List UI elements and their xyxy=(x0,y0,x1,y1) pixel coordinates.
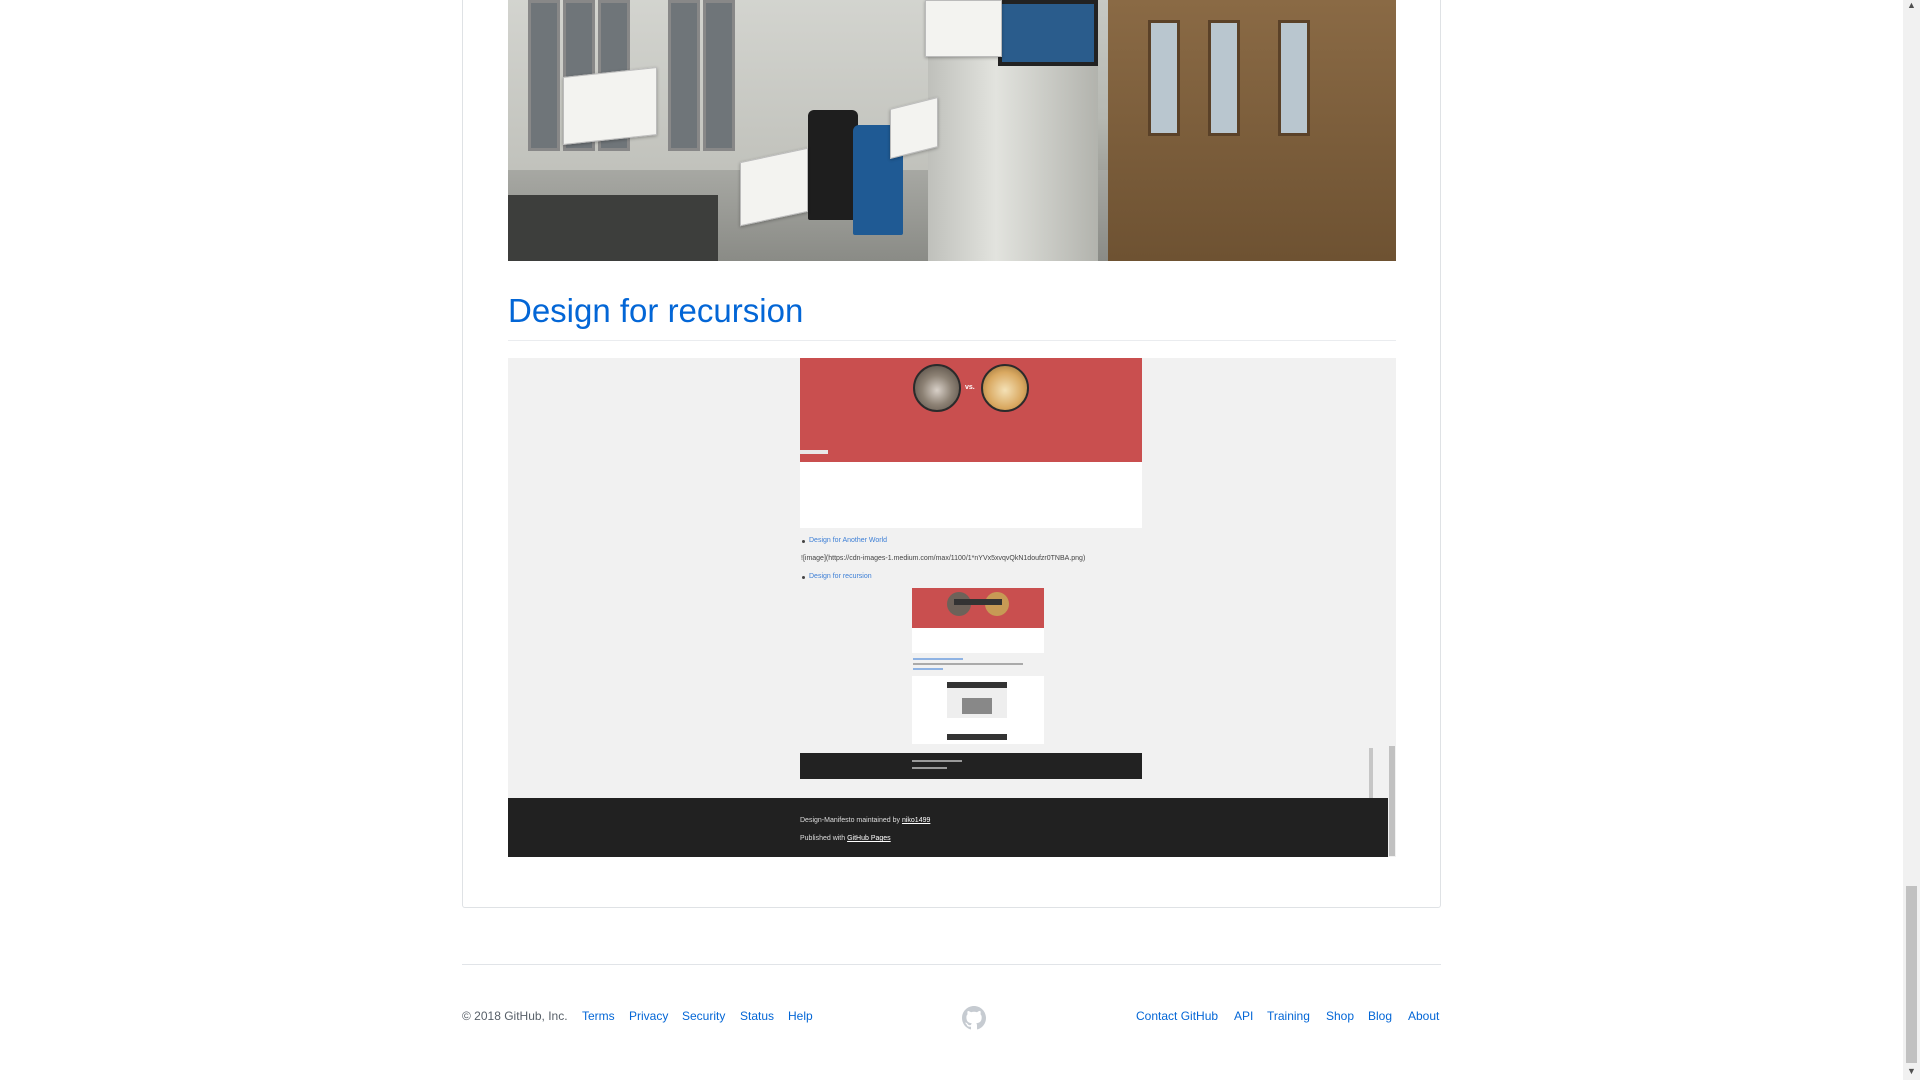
embedded-link-recursion[interactable]: Design for recursion xyxy=(809,572,872,581)
footer-link-blog[interactable]: Blog xyxy=(1368,1008,1392,1024)
github-mark-icon[interactable] xyxy=(962,1006,986,1030)
heading-divider xyxy=(508,340,1396,341)
scroll-down-arrow-icon[interactable]: ▼ xyxy=(1903,1066,1920,1076)
footer-link-api[interactable]: API xyxy=(1234,1008,1253,1024)
embedded-published-text: Published with xyxy=(800,835,848,842)
footer-copyright: © 2018 GitHub, Inc. xyxy=(462,1009,568,1023)
footer-link-about[interactable]: About xyxy=(1408,1008,1439,1024)
footer-link-training[interactable]: Training xyxy=(1267,1008,1310,1024)
doge-avatar xyxy=(981,364,1029,412)
footer-link-security[interactable]: Security xyxy=(682,1008,725,1024)
embedded-github-pages-link[interactable]: GitHub Pages xyxy=(847,835,891,842)
footer-link-privacy[interactable]: Privacy xyxy=(629,1008,668,1024)
footer-link-help[interactable]: Help xyxy=(788,1008,813,1024)
embedded-maintainer-link[interactable]: niko1499 xyxy=(902,817,930,824)
footer-divider xyxy=(462,964,1441,965)
embedded-maintained-text: Design-Manifesto maintained by xyxy=(800,817,902,824)
embedded-markdown-text: ![image](https://cdn-images-1.medium.com… xyxy=(801,555,1086,562)
nested-screenshot xyxy=(800,588,1142,779)
floor-map-card xyxy=(563,67,657,145)
footer-link-shop[interactable]: Shop xyxy=(1326,1008,1354,1024)
embedded-scrollbar-thumb xyxy=(1389,746,1395,856)
footer-link-terms[interactable]: Terms xyxy=(582,1008,615,1024)
embedded-footer: Design-Manifesto maintained by niko1499 … xyxy=(508,798,1388,857)
bullet-icon xyxy=(802,576,805,579)
scroll-up-arrow-icon[interactable]: ▲ xyxy=(1903,0,1920,10)
footer-link-status[interactable]: Status xyxy=(740,1008,774,1024)
embedded-banner: vs. xyxy=(800,358,1142,462)
floor-map-card xyxy=(925,0,1002,57)
section-heading: Design for recursion xyxy=(508,292,804,329)
page-scrollbar-thumb[interactable] xyxy=(1906,886,1917,1063)
vs-label: vs. xyxy=(965,384,975,391)
embedded-link-another-world[interactable]: Design for Another World xyxy=(809,536,887,545)
bullet-icon xyxy=(802,540,805,543)
footer-link-contact-github[interactable]: Contact GitHub xyxy=(1136,1008,1218,1024)
hallway-ar-photo xyxy=(508,0,1396,261)
grumpy-cat-avatar xyxy=(913,364,961,412)
recursion-screenshot: vs. Design for Another World ![image](ht… xyxy=(508,358,1396,857)
